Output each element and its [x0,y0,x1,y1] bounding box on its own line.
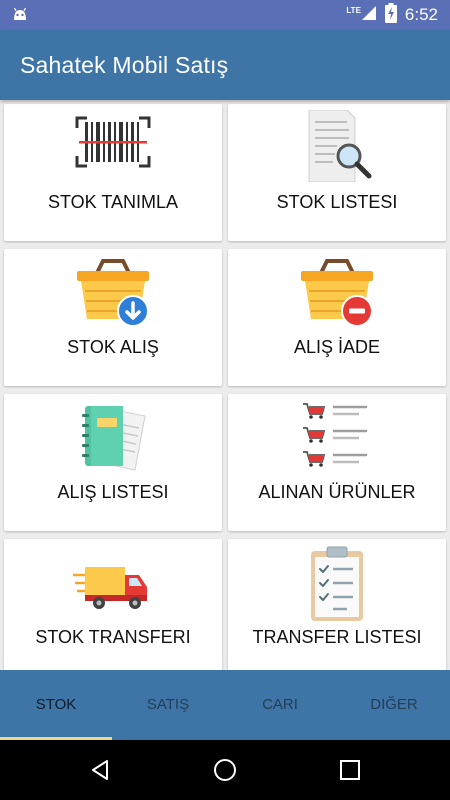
menu-grid: STOK TANIMLA STOK LISTESI STOK ALIŞ ALIŞ… [0,100,450,670]
tile-label: STOK TRANSFERI [35,627,191,647]
tile-alinan-urunler[interactable]: ALINAN ÜRÜNLER [228,394,446,531]
basket-remove-icon [228,255,446,327]
notebook-icon [4,400,222,471]
tab-stok[interactable]: STOK [0,670,112,740]
tile-alis-listesi[interactable]: ALIŞ LISTESI [4,394,222,531]
tile-label: ALIŞ İADE [293,337,381,357]
android-icon [12,7,28,26]
tile-label: STOK ALIŞ [67,337,159,357]
status-bar: LTE 6:52 [0,0,450,30]
system-navigation-bar [0,740,450,800]
tile-stok-tanimla[interactable]: STOK TANIMLA [4,104,222,241]
tile-transfer-listesi[interactable]: TRANSFER LISTESI [228,539,446,670]
tile-alis-iade[interactable]: ALIŞ İADE [228,249,446,386]
app-title: Sahatek Mobil Satış [20,52,229,78]
barcode-scan-icon [4,110,222,174]
tile-stok-alis[interactable]: STOK ALIŞ [4,249,222,386]
back-icon[interactable] [70,740,130,800]
network-type: LTE [346,5,361,15]
cart-list-icon [228,400,446,469]
tile-label: STOK LISTESI [276,192,398,212]
battery-charging-icon [384,2,397,28]
tile-label: ALINAN ÜRÜNLER [258,482,416,502]
tile-label: ALIŞ LISTESI [57,482,169,502]
tab-cari[interactable]: CARI [224,670,336,740]
document-search-icon [228,110,446,182]
tab-diger[interactable]: DIĞER [338,670,450,740]
status-icons: LTE 6:52 [346,0,438,30]
clock: 6:52 [404,5,438,24]
home-icon[interactable] [195,740,255,800]
recent-apps-icon[interactable] [320,740,380,800]
tile-stok-transferi[interactable]: STOK TRANSFERI [4,539,222,670]
tab-satis[interactable]: SATIŞ [112,670,224,740]
basket-download-icon [4,255,222,327]
delivery-truck-icon [4,545,222,609]
tile-label: STOK TANIMLA [47,192,179,212]
app-bar: Sahatek Mobil Satış [0,30,450,100]
tile-stok-listesi[interactable]: STOK LISTESI [228,104,446,241]
bottom-tab-bar: STOK SATIŞ CARI DIĞER [0,670,450,740]
clipboard-checklist-icon [228,545,446,621]
tile-label: TRANSFER LISTESI [252,627,422,647]
signal-icon [361,5,377,26]
